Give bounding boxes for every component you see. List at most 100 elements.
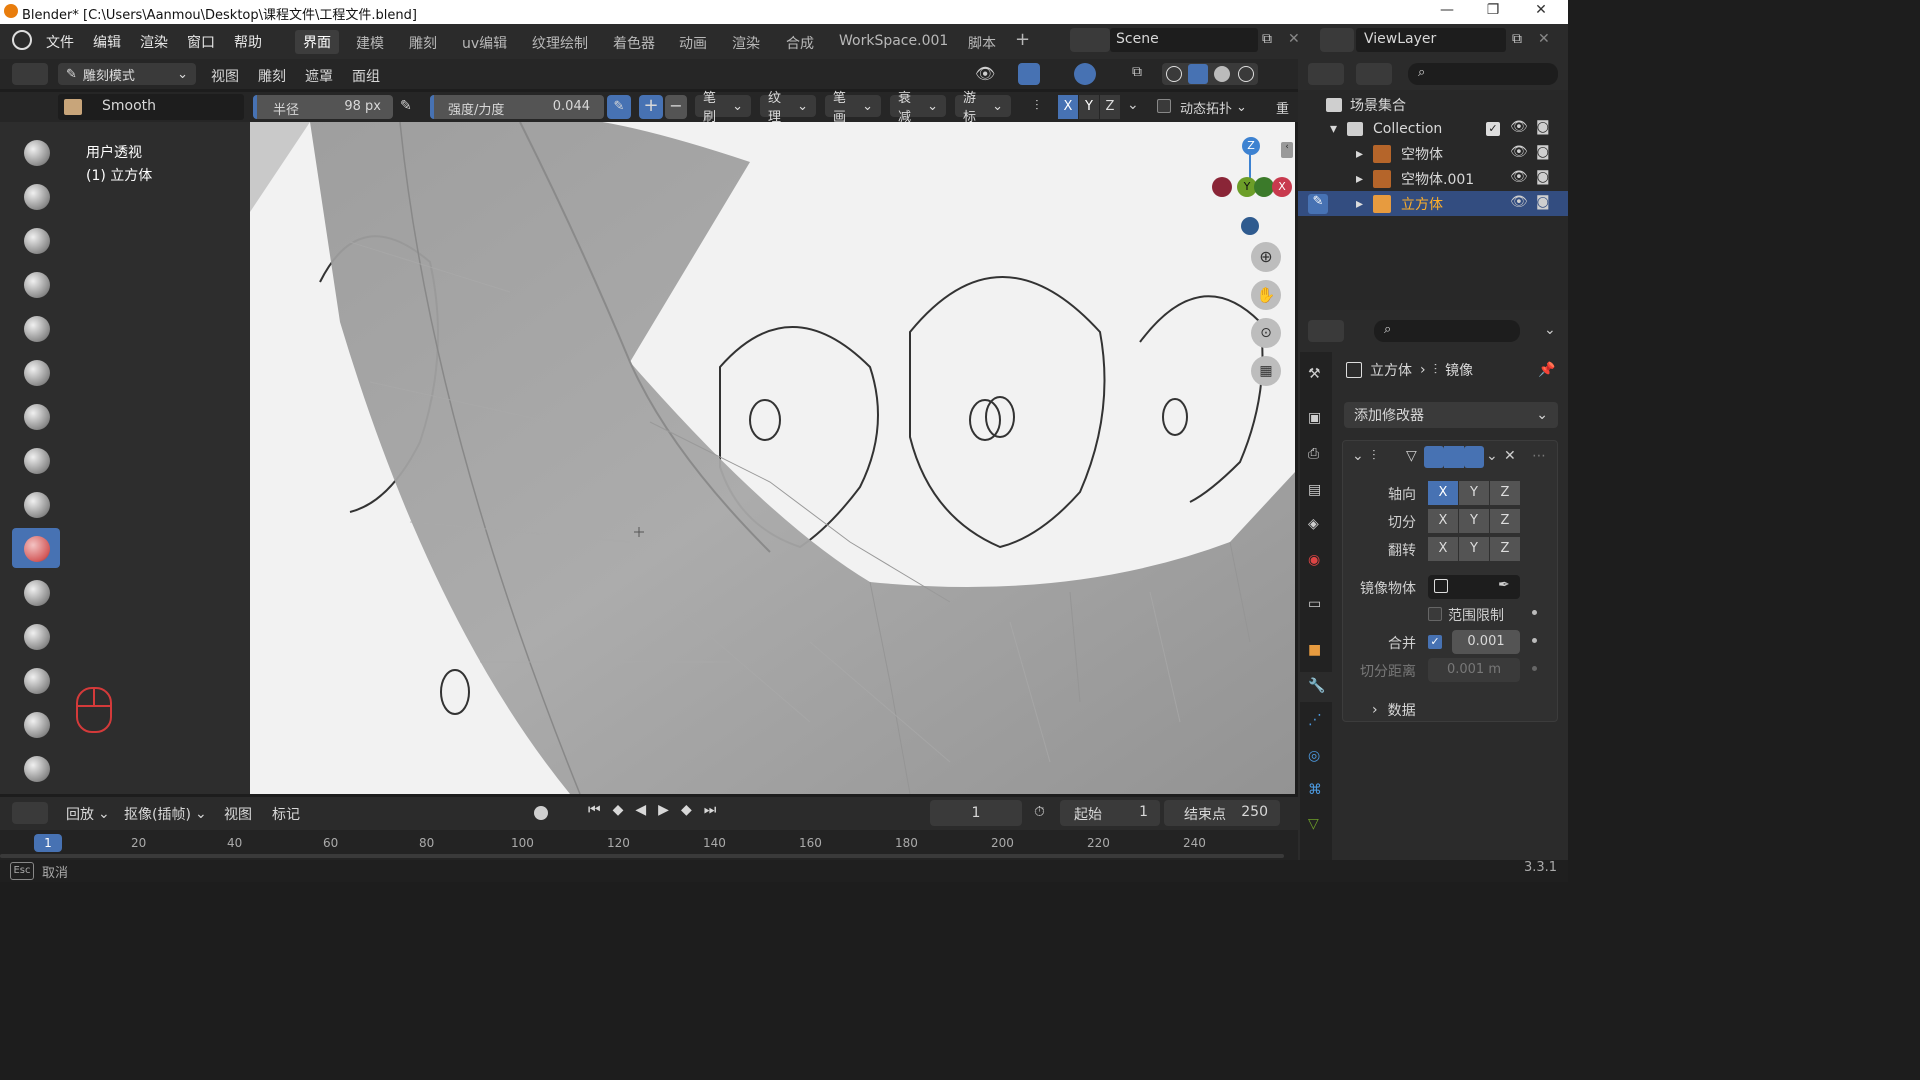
scene-name-field[interactable]: Scene (1110, 28, 1258, 52)
collection-exclude-checkbox[interactable]: ✓ (1486, 122, 1500, 136)
mirror-object-field[interactable]: ✒ (1428, 575, 1520, 599)
dyntopo-dropdown[interactable]: 动态拓扑 ⌄ (1180, 98, 1247, 117)
bisect-z-toggle[interactable]: Z (1490, 509, 1520, 533)
chevron-down-icon[interactable]: ⌄ (1127, 97, 1139, 113)
layer-tool[interactable] (12, 352, 60, 392)
start-frame-field[interactable]: 起始 1 (1060, 800, 1160, 826)
rendered-shading-icon[interactable] (1238, 66, 1254, 82)
scene-collection-row[interactable]: 场景集合 (1326, 92, 1406, 117)
camera-icon[interactable]: ◙ (1536, 194, 1550, 210)
keying-menu[interactable]: 抠像(插帧) ⌄ (124, 804, 207, 824)
viewlayer-name-field[interactable]: ViewLayer (1356, 28, 1506, 52)
delete-scene-icon[interactable]: ✕ (1288, 31, 1300, 47)
playhead[interactable]: 1 (34, 834, 62, 852)
outliner-display-mode-icon[interactable] (1356, 63, 1392, 85)
outliner-item-empty[interactable]: ▸ 空物体 (1356, 141, 1443, 166)
eyedropper-icon[interactable]: ✒ (1498, 577, 1510, 593)
flip-x-toggle[interactable]: X (1428, 537, 1458, 561)
keyframe-dot-icon[interactable] (1532, 610, 1537, 615)
gizmo-neg-x-axis[interactable] (1212, 177, 1232, 197)
jump-start-icon[interactable]: ⏮ (588, 802, 601, 818)
menu-sculpt[interactable]: 雕刻 (258, 66, 286, 86)
outliner-search-input[interactable]: ⌕ (1408, 63, 1558, 85)
expand-right-icon[interactable]: ▸ (1356, 196, 1363, 212)
end-frame-field[interactable]: 结束点 250 (1164, 800, 1280, 826)
blender-menu-icon[interactable] (12, 30, 32, 50)
tab-uv-editing[interactable]: uv编辑 (462, 33, 507, 53)
tab-workspace-001[interactable]: WorkSpace.001 (839, 33, 948, 49)
mode-dropdown[interactable]: ✎ 雕刻模式 ⌄ (58, 63, 196, 85)
menu-file[interactable]: 文件 (46, 32, 74, 52)
fill-tool[interactable] (12, 616, 60, 656)
record-keyframe-icon[interactable] (534, 806, 548, 820)
prev-keyframe-icon[interactable]: ◆ (613, 802, 624, 818)
gizmo-toggle-icon[interactable] (1018, 63, 1040, 85)
wireframe-shading-icon[interactable] (1166, 66, 1182, 82)
tab-rendering[interactable]: 渲染 (732, 33, 760, 53)
playback-menu[interactable]: 回放 ⌄ (66, 804, 110, 824)
chevron-down-icon[interactable]: ⌄ (1486, 448, 1498, 464)
menu-help[interactable]: 帮助 (234, 32, 262, 52)
menu-face-sets[interactable]: 面组 (352, 66, 380, 86)
cursor-dropdown[interactable]: 游标 ⌄ (955, 91, 1011, 125)
flip-z-toggle[interactable]: Z (1490, 537, 1520, 561)
render-tab-icon[interactable]: ▣ (1308, 410, 1321, 426)
merge-distance-field[interactable]: 0.001 (1452, 630, 1520, 654)
outliner-editor-type-icon[interactable] (1308, 63, 1344, 85)
physics-tab-icon[interactable]: ◎ (1308, 748, 1320, 764)
add-workspace-icon[interactable]: + (1015, 29, 1030, 50)
expand-right-icon[interactable]: ▸ (1356, 171, 1363, 187)
menu-view[interactable]: 视图 (211, 66, 239, 86)
zoom-icon[interactable]: ⊕ (1251, 242, 1281, 272)
tab-compositing[interactable]: 合成 (786, 33, 814, 53)
pan-hand-icon[interactable]: ✋ (1251, 280, 1281, 310)
minimize-icon[interactable]: — (1432, 2, 1462, 22)
menu-mask[interactable]: 遮罩 (305, 66, 333, 86)
drag-handle-icon[interactable]: ⋯ (1532, 448, 1546, 464)
falloff-dropdown[interactable]: 衰减 ⌄ (890, 91, 946, 125)
new-scene-icon[interactable]: ⧉ (1262, 31, 1272, 47)
navigation-gizmo[interactable]: Z Y X (1212, 137, 1292, 237)
data-tab-icon[interactable]: ▽ (1308, 816, 1319, 832)
tab-texture-paint[interactable]: 纹理绘制 (532, 33, 588, 53)
axis-x-toggle[interactable]: X (1428, 481, 1458, 505)
material-shading-icon[interactable] (1214, 66, 1230, 82)
strength-slider[interactable]: 强度/力度 0.044 (430, 95, 604, 119)
gizmo-neg-z-axis[interactable] (1241, 217, 1259, 235)
collection-row[interactable]: ▾ Collection (1330, 116, 1442, 141)
radius-pressure-icon[interactable]: ✎ (400, 98, 412, 114)
view-layer-tab-icon[interactable]: ▤ (1308, 482, 1321, 498)
clay-thumb-tool[interactable] (12, 308, 60, 348)
gizmo-x-axis[interactable]: X (1272, 177, 1292, 197)
perspective-toggle-icon[interactable]: ▦ (1251, 356, 1281, 386)
camera-icon[interactable]: ◙ (1536, 119, 1550, 135)
outliner-item-empty-001[interactable]: ▸ 空物体.001 (1356, 166, 1474, 191)
scene-selector-icon[interactable] (1070, 28, 1110, 52)
clay-strips-tool[interactable] (12, 264, 60, 304)
timeline-ruler[interactable]: 1 20 40 60 80 100 120 140 160 180 200 22… (0, 830, 1298, 860)
overlay-toggle-icon[interactable] (1074, 63, 1096, 85)
remove-modifier-icon[interactable]: ✕ (1504, 448, 1516, 464)
delete-viewlayer-icon[interactable]: ✕ (1538, 31, 1550, 47)
remesh-dropdown[interactable]: 重 (1276, 98, 1289, 117)
data-subpanel-header[interactable]: › 数据 (1372, 700, 1416, 720)
tab-scripting[interactable]: 脚本 (968, 33, 996, 53)
brush-selector[interactable]: Smooth (58, 94, 244, 120)
object-tab-icon[interactable]: ■ (1308, 642, 1321, 658)
subtract-direction-icon[interactable]: − (665, 95, 687, 119)
solid-shading-icon[interactable] (1188, 64, 1208, 84)
menu-render[interactable]: 渲染 (140, 32, 168, 52)
sculpt-mesh-canvas[interactable] (250, 122, 1295, 794)
tab-layout[interactable]: 界面 (295, 30, 339, 54)
crease-tool[interactable] (12, 484, 60, 524)
inflate-tool[interactable] (12, 396, 60, 436)
timeline-view-menu[interactable]: 视图 (224, 804, 252, 824)
collapse-chevron-icon[interactable]: ⌄ (1352, 448, 1364, 464)
marker-menu[interactable]: 标记 (272, 804, 300, 824)
tool-tab-icon[interactable]: ⚒ (1308, 366, 1321, 382)
draw-sharp-tool[interactable] (12, 176, 60, 216)
output-tab-icon[interactable]: ⎙ (1308, 446, 1319, 462)
expand-right-icon[interactable]: ▸ (1356, 146, 1363, 162)
next-keyframe-icon[interactable]: ◆ (681, 802, 692, 818)
bisect-y-toggle[interactable]: Y (1459, 509, 1489, 533)
